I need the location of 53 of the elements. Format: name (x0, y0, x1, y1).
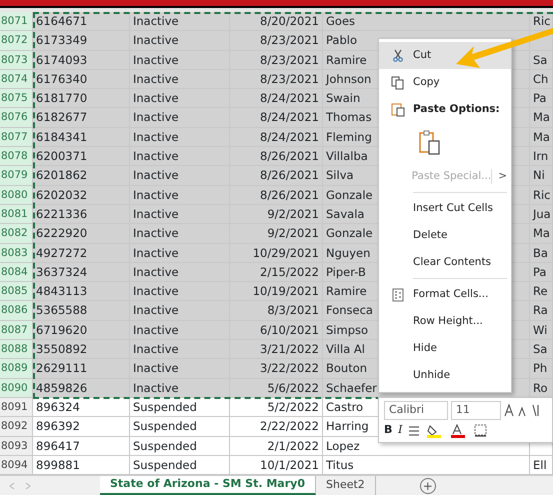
borders-icon[interactable] (474, 424, 488, 438)
format-cells-icon (392, 288, 404, 302)
add-sheet-button[interactable]: + (420, 478, 436, 494)
row-number[interactable]: 8075 (0, 89, 33, 108)
table-cell: Suspended (130, 398, 230, 418)
font-dropdown[interactable]: Calibri (384, 401, 448, 420)
row-number[interactable]: 8084 (0, 262, 33, 282)
table-cell: 896324 (33, 398, 130, 418)
copy-icon (391, 76, 405, 90)
row-number[interactable]: 8076 (0, 108, 33, 128)
table-cell: Inactive (130, 378, 230, 398)
table-cell: 2/1/2022 (230, 436, 323, 456)
row-number[interactable]: 8072 (0, 31, 33, 51)
row-number[interactable]: 8078 (0, 147, 33, 166)
table-row[interactable]: 8071 6164671 Inactive 8/20/2021 Goes Ric (0, 12, 553, 32)
row-number[interactable]: 8082 (0, 224, 33, 244)
table-cell: 896417 (33, 436, 130, 456)
table-cell: Suspended (130, 436, 230, 456)
row-number[interactable]: 8080 (0, 186, 33, 205)
row-number[interactable]: 8071 (0, 12, 33, 32)
row-number[interactable]: 8087 (0, 320, 33, 340)
clipboard-icon (391, 102, 405, 117)
italic-button[interactable]: I (398, 422, 402, 439)
row-number[interactable]: 8093 (0, 436, 33, 456)
row-number[interactable]: 8088 (0, 340, 33, 360)
table-cell: 5/6/2022 (230, 378, 323, 398)
row-number[interactable]: 8077 (0, 128, 33, 148)
fill-color-icon[interactable] (426, 424, 444, 438)
font-color-icon[interactable] (450, 424, 468, 438)
table-cell: 2/22/2022 (230, 417, 323, 437)
table-cell: Suspended (130, 417, 230, 437)
row-number[interactable]: 8073 (0, 50, 33, 70)
row-number[interactable]: 8089 (0, 359, 33, 379)
row-number[interactable]: 8083 (0, 244, 33, 263)
row-number[interactable]: 8086 (0, 301, 33, 321)
row-number[interactable]: 8074 (0, 70, 33, 90)
paste-icon[interactable] (419, 130, 441, 156)
row-number[interactable]: 8085 (0, 282, 33, 302)
table-cell: 4859826 (33, 378, 130, 398)
size-dropdown[interactable]: 11 (450, 401, 501, 420)
sheet-tab[interactable]: State of Arizona - SM St. Mary0 (100, 476, 316, 495)
row-number[interactable]: 8081 (0, 204, 33, 224)
bold-button[interactable]: B (384, 422, 392, 439)
table-cell: 896392 (33, 417, 130, 437)
row-number[interactable]: 8079 (0, 166, 33, 186)
row-number[interactable]: 8094 (0, 456, 33, 476)
table-cell: 5/2/2022 (230, 398, 323, 418)
sheet-tab[interactable]: Sheet2 (316, 476, 376, 495)
row-number[interactable]: 8091 (0, 398, 33, 418)
align-icon[interactable] (408, 424, 420, 437)
row-number[interactable]: 8092 (0, 417, 33, 437)
scissors-icon (392, 49, 404, 62)
row-number[interactable]: 8090 (0, 378, 33, 398)
